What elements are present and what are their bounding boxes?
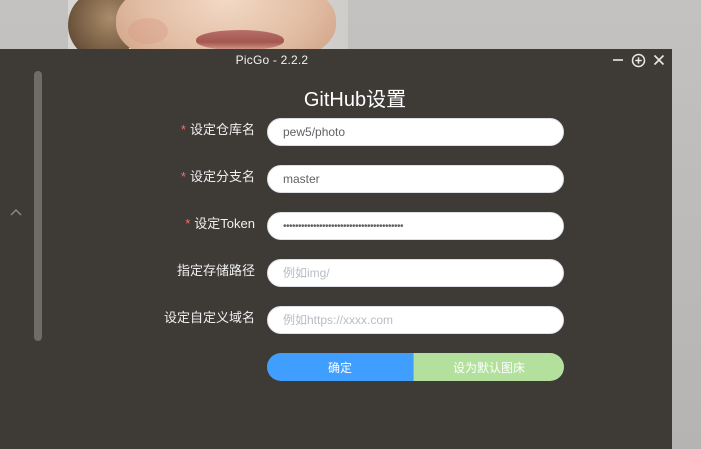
repo-name-row: * 设定仓库名 [52,118,612,146]
sidebar [0,71,52,449]
wallpaper-photo [68,0,348,50]
required-mark: * [180,122,186,137]
token-input[interactable] [267,212,564,240]
token-row: * 设定Token [52,212,612,240]
close-icon[interactable] [650,51,668,69]
title-bar[interactable]: PicGo - 2.2.2 [0,49,672,71]
set-default-button[interactable]: 设为默认图床 [414,353,564,381]
page-title: GitHub设置 [303,89,407,111]
custom-domain-input[interactable] [267,306,564,334]
picgo-window: PicGo - 2.2.2 GitHub设置 *设定仓库名 *设定分支名 *设定… [0,49,672,449]
branch-name-label: * 设定分支名 [180,169,255,184]
storage-path-row: 指定存储路径 [52,259,612,287]
plus-circle-icon[interactable] [629,51,647,69]
custom-domain-label: 设定自定义域名 [163,310,255,325]
required-mark: * [185,216,191,231]
storage-path-label: 指定存储路径 [176,263,255,278]
chevron-up-icon[interactable] [8,205,24,219]
action-button-group: 确定 设为默认图床 [267,353,564,381]
required-mark: * [180,169,186,184]
storage-path-input[interactable] [267,259,564,287]
confirm-button[interactable]: 确定 [267,353,414,381]
repo-name-input[interactable] [267,118,564,146]
branch-name-input[interactable] [267,165,564,193]
token-label: * 设定Token [185,216,255,231]
branch-name-row: * 设定分支名 [52,165,612,193]
repo-name-label: * 设定仓库名 [180,122,255,137]
sidebar-scrollbar[interactable] [34,71,42,341]
window-title: PicGo - 2.2.2 [235,53,309,67]
minimize-icon[interactable] [609,51,627,69]
custom-domain-row: 设定自定义域名 [52,306,612,334]
